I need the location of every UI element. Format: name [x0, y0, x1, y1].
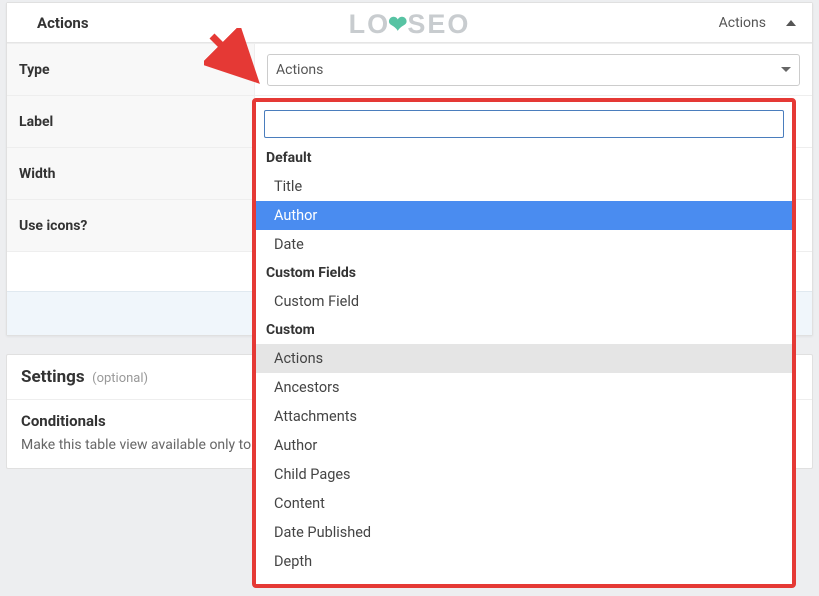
- settings-title: Settings: [21, 367, 85, 387]
- watermark-logo: LO❤SEO: [349, 9, 471, 40]
- panel-header: Actions LO❤SEO Actions: [7, 3, 812, 43]
- form-label: Type: [7, 44, 255, 95]
- dropdown-option[interactable]: Date: [256, 230, 792, 259]
- panel-title: Actions: [37, 14, 89, 32]
- dropdown-option[interactable]: Author: [256, 201, 792, 230]
- dropdown-search-input[interactable]: [264, 110, 784, 138]
- form-label: Use icons?: [7, 200, 255, 251]
- settings-optional: (optional): [92, 371, 148, 386]
- panel-header-right: Actions: [719, 15, 796, 31]
- dropdown-option[interactable]: Actions: [256, 344, 792, 373]
- chevron-down-icon: [781, 67, 791, 72]
- type-select[interactable]: Actions: [267, 54, 800, 86]
- dropdown-group-header: Custom: [256, 316, 792, 344]
- dropdown-option[interactable]: Attachments: [256, 402, 792, 431]
- form-row-type: Type Actions: [7, 43, 812, 95]
- type-dropdown: DefaultTitleAuthorDateCustom FieldsCusto…: [252, 98, 796, 588]
- dropdown-option[interactable]: Author: [256, 431, 792, 460]
- dropdown-group-header: Default: [256, 144, 792, 172]
- dropdown-option[interactable]: Date Published: [256, 518, 792, 547]
- type-select-value: Actions: [276, 62, 323, 78]
- dropdown-option[interactable]: Custom Field: [256, 287, 792, 316]
- panel-header-name: Actions: [719, 15, 766, 31]
- dropdown-option[interactable]: Ancestors: [256, 373, 792, 402]
- dropdown-list[interactable]: DefaultTitleAuthorDateCustom FieldsCusto…: [256, 144, 792, 584]
- dropdown-option[interactable]: Title: [256, 172, 792, 201]
- dropdown-option[interactable]: Content: [256, 489, 792, 518]
- collapse-caret-icon[interactable]: [786, 20, 796, 26]
- form-label: Label: [7, 96, 255, 147]
- dropdown-option[interactable]: Child Pages: [256, 460, 792, 489]
- dropdown-option[interactable]: Depth: [256, 547, 792, 576]
- form-label: Width: [7, 148, 255, 199]
- dropdown-group-header: Custom Fields: [256, 259, 792, 287]
